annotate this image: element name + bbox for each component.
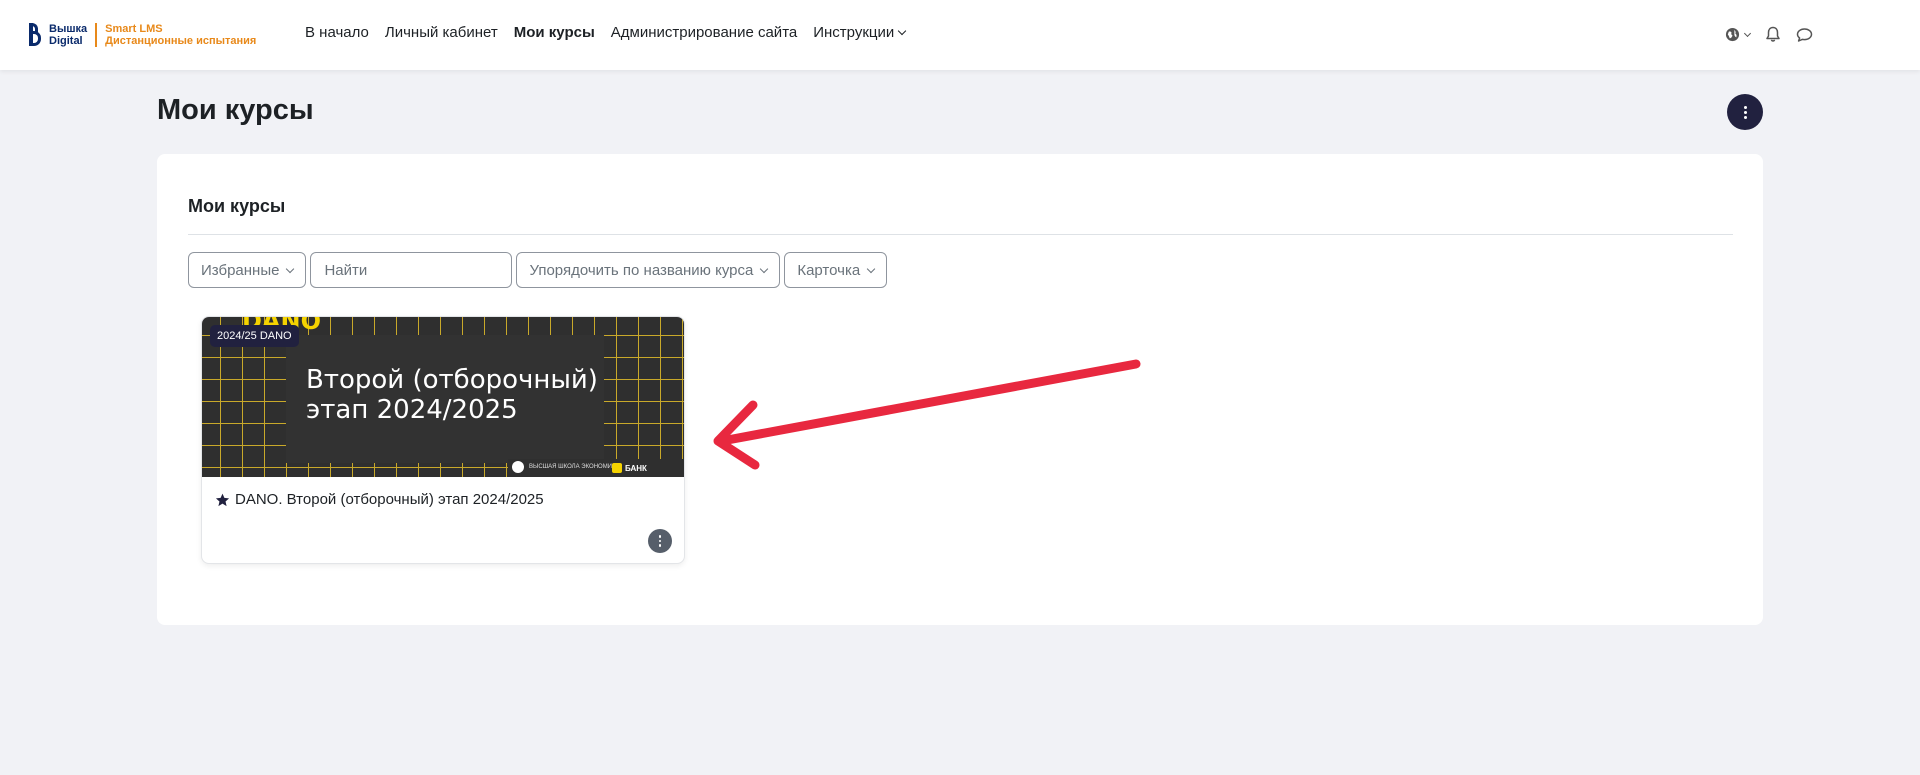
hse-logo-icon xyxy=(27,22,43,48)
course-image-title-line2: этап 2024/2025 xyxy=(306,395,518,425)
product-name-line2: Дистанционные испытания xyxy=(105,35,257,47)
chevron-down-icon xyxy=(866,264,876,273)
chat-icon xyxy=(1796,27,1813,42)
nav-item-dashboard[interactable]: Личный кабинет xyxy=(385,24,498,41)
page-title: Мои курсы xyxy=(157,94,314,126)
nav-item-home[interactable]: В начало xyxy=(305,24,369,41)
notifications-button[interactable] xyxy=(1765,26,1781,43)
chevron-down-icon xyxy=(1743,29,1752,37)
brand-name: Вышка Digital xyxy=(49,23,87,47)
site-logo[interactable]: Вышка Digital Smart LMS Дистанционные ис… xyxy=(27,21,256,49)
kebab-menu-icon xyxy=(1743,105,1747,119)
product-name-line1: Smart LMS xyxy=(105,23,163,35)
nav-item-my-courses[interactable]: Мои курсы xyxy=(514,24,595,41)
kebab-menu-icon xyxy=(658,535,662,547)
course-name: DANO. Второй (отборочный) этап 2024/2025 xyxy=(235,491,544,508)
grouping-dropdown-label: Избранные xyxy=(201,261,280,279)
logo-divider xyxy=(95,23,98,47)
view-dropdown[interactable]: Карточка xyxy=(784,252,888,288)
brand-name-line1: Вышка xyxy=(49,23,88,35)
messages-button[interactable] xyxy=(1796,27,1813,43)
nav-item-instructions-label: Инструкции xyxy=(813,24,895,41)
course-filters: Избранные Упорядочить по названию курса … xyxy=(188,252,891,288)
chevron-down-icon xyxy=(286,264,295,273)
nav-item-instructions[interactable]: Инструкции xyxy=(813,24,907,41)
course-search-input[interactable] xyxy=(310,252,513,288)
chevron-down-icon xyxy=(760,264,769,273)
course-image[interactable]: DANO Второй (отборочный) этап 2024/2025 … xyxy=(202,317,684,477)
bell-icon xyxy=(1766,26,1780,42)
course-image-title: Второй (отборочный) этап 2024/2025 xyxy=(306,365,598,425)
course-image-title-line1: Второй (отборочный) xyxy=(306,365,598,395)
course-name-link[interactable]: DANO. Второй (отборочный) этап 2024/2025 xyxy=(215,491,544,508)
course-card[interactable]: DANO Второй (отборочный) этап 2024/2025 … xyxy=(201,316,685,564)
globe-icon xyxy=(1725,27,1740,42)
my-courses-block: Мои курсы Избранные Упорядочить по назва… xyxy=(157,154,1763,625)
course-actions-menu-button[interactable] xyxy=(648,529,672,553)
top-navbar: Вышка Digital Smart LMS Дистанционные ис… xyxy=(0,0,1920,70)
view-dropdown-label: Карточка xyxy=(797,261,861,279)
bank-emblem-icon xyxy=(612,463,622,473)
brand-name-line2: Digital xyxy=(49,35,83,47)
divider xyxy=(188,234,1733,235)
block-title: Мои курсы xyxy=(188,196,286,216)
hse-partner-logo: ВЫСШАЯ ШКОЛА ЭКОНОМИКИ xyxy=(512,461,620,473)
navbar-icons xyxy=(1725,26,1828,43)
star-icon xyxy=(215,493,230,507)
primary-navigation: В начало Личный кабинет Мои курсы Админи… xyxy=(305,24,921,41)
sort-dropdown[interactable]: Упорядочить по названию курса xyxy=(516,252,781,288)
grouping-dropdown[interactable]: Избранные xyxy=(188,252,307,288)
hse-partner-name: ВЫСШАЯ ШКОЛА ЭКОНОМИКИ xyxy=(529,464,620,470)
sort-dropdown-label: Упорядочить по названию курса xyxy=(529,261,754,279)
page-actions-menu-button[interactable] xyxy=(1727,94,1763,130)
course-category-badge: 2024/25 DANO xyxy=(210,325,299,347)
bank-partner-logo: БАНК xyxy=(612,463,647,473)
hse-emblem-icon xyxy=(512,461,524,473)
nav-item-site-admin[interactable]: Администрирование сайта xyxy=(611,24,797,41)
bank-partner-name: БАНК xyxy=(625,463,647,473)
chevron-down-icon xyxy=(898,26,907,36)
product-name: Smart LMS Дистанционные испытания xyxy=(105,23,256,47)
language-menu[interactable] xyxy=(1725,27,1752,42)
